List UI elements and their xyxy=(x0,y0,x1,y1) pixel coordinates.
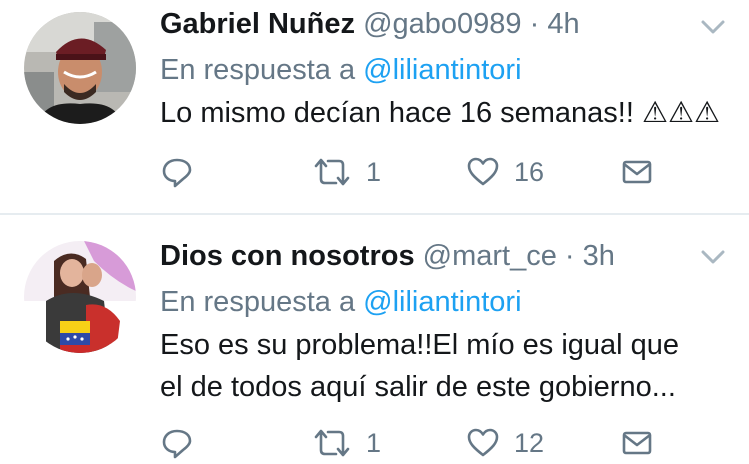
reply-prefix: En respuesta a xyxy=(160,286,356,318)
user-handle[interactable]: @mart_ce xyxy=(423,240,557,272)
tweet-actions: 1 12 xyxy=(0,423,749,463)
direct-message-button[interactable] xyxy=(620,423,654,463)
tweet-text-line: Eso es su problema!!El mío es igual que xyxy=(160,329,680,361)
timestamp[interactable]: 3h xyxy=(583,240,615,272)
reply-button[interactable] xyxy=(160,423,194,463)
tweet-header: Dios con nosotros @mart_ce · 3h xyxy=(160,238,615,274)
avatar[interactable] xyxy=(24,241,136,353)
like-count: 12 xyxy=(514,428,545,458)
tweet-text-line: el de todos aquí salir de este gobierno.… xyxy=(160,371,676,403)
envelope-icon xyxy=(622,431,652,455)
retweet-button[interactable]: 1 xyxy=(312,423,381,463)
reply-icon xyxy=(162,429,192,459)
reply-mention-link[interactable]: @liliantintori xyxy=(363,286,521,318)
display-name[interactable]: Dios con nosotros xyxy=(160,240,415,272)
retweet-count: 1 xyxy=(366,428,382,458)
separator-dot: · xyxy=(564,240,575,272)
tweet[interactable]: Dios con nosotros @mart_ce · 3h En respu… xyxy=(0,0,749,464)
heart-icon xyxy=(467,428,499,457)
chevron-down-icon[interactable] xyxy=(700,248,726,266)
like-button[interactable]: 12 xyxy=(466,423,544,463)
reply-context: En respuesta a @liliantintori xyxy=(160,284,522,320)
retweet-icon xyxy=(314,429,350,457)
